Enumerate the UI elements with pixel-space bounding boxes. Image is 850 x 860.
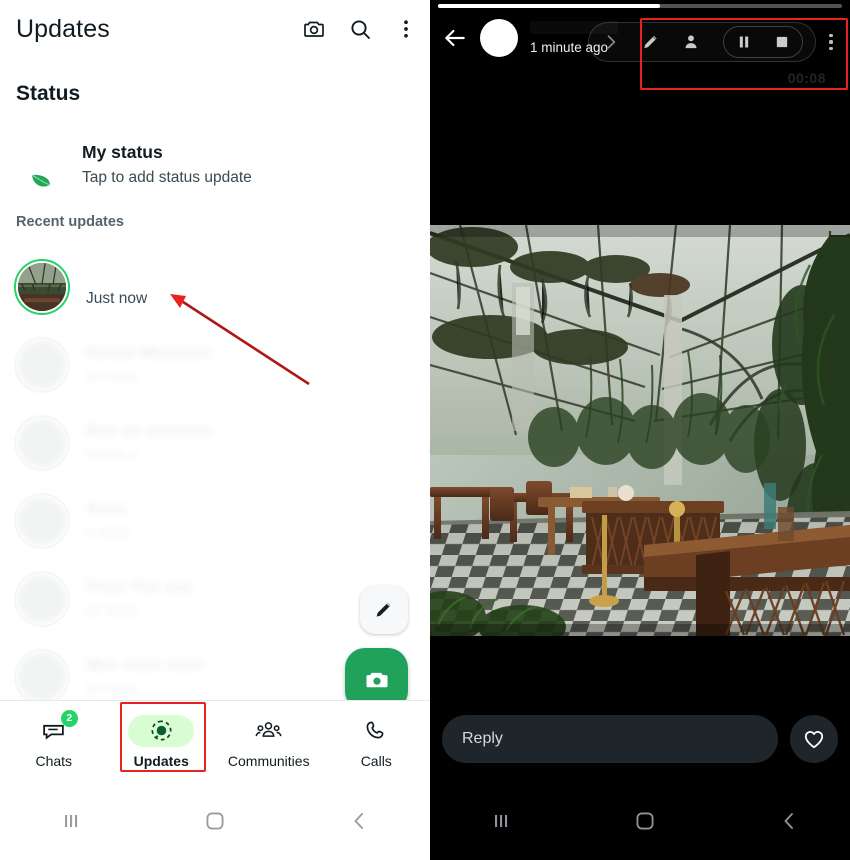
recents-icon[interactable] [489, 809, 513, 833]
pencil-icon [376, 602, 391, 617]
reply-bar: Reply [430, 696, 850, 782]
status-progress-fill [438, 4, 661, 8]
back-arrow-icon[interactable] [442, 25, 468, 51]
like-button[interactable] [790, 715, 838, 763]
chats-badge: 2 [60, 709, 78, 727]
status-timestamp: xx xxxx [86, 368, 137, 385]
list-item[interactable]: Axxx x xxxx [0, 482, 430, 560]
greenhouse-illustration [430, 225, 850, 636]
system-navigation-bar [0, 782, 430, 860]
recent-updates-label: Recent updates [16, 214, 124, 230]
status-progress-bar [438, 4, 842, 8]
nav-label-chats: Chats [35, 752, 73, 769]
recents-icon[interactable] [59, 809, 83, 833]
nav-pill-communities [236, 715, 302, 747]
nav-item-calls[interactable]: Calls [323, 701, 431, 783]
nav-item-updates[interactable]: Updates [108, 701, 216, 783]
status-thumbnail[interactable] [14, 415, 70, 471]
updates-screen: Updates Status My status Tap to add stat… [0, 0, 430, 860]
status-meta: Rxx xx xxxxxxx xxxxx x [86, 420, 212, 466]
pause-icon[interactable] [734, 32, 754, 52]
status-timestamp: x xxxx [86, 524, 130, 541]
heart-icon [804, 731, 824, 749]
camera-icon[interactable] [302, 17, 326, 41]
status-contact-name: Mxx xxxx xxxx [86, 655, 205, 674]
status-contact-name: Pxxx Txx xxx [86, 577, 193, 596]
reply-input[interactable]: Reply [442, 715, 778, 763]
status-timestamp: Just now [86, 290, 148, 307]
list-item[interactable]: Rxx xx xxxxxxx xxxxx x [0, 404, 430, 482]
status-timestamp: xx xxxx [86, 680, 137, 697]
status-thumbnail[interactable] [14, 649, 70, 705]
status-timestamp: xx xxxx [86, 602, 137, 619]
stop-icon[interactable] [772, 32, 792, 52]
nav-pill-updates [128, 714, 195, 747]
status-list: Just now Kxxxx Mxxxxxx xx xxxx Rxx xx xx… [0, 248, 430, 716]
my-status-title: My status [82, 142, 163, 162]
updates-icon [151, 720, 172, 741]
leaf-icon [31, 174, 51, 187]
overflow-menu-icon[interactable] [822, 22, 840, 62]
nav-pill-calls [343, 715, 409, 747]
chevron-right-icon[interactable] [601, 32, 621, 52]
home-icon[interactable] [632, 808, 658, 834]
app-header: Updates [0, 0, 430, 58]
camera-icon [366, 672, 387, 687]
status-contact-name: Rxx xx xxxxxxx [86, 421, 212, 440]
recording-timer: 00:08 [787, 70, 826, 86]
nav-label-updates: Updates [133, 752, 189, 769]
status-thumbnail[interactable] [14, 493, 70, 549]
nav-label-calls: Calls [360, 752, 392, 769]
my-status-subtitle: Tap to add status update [82, 169, 252, 186]
status-meta: Pxxx Txx xxx xx xxxx [86, 576, 193, 622]
search-icon[interactable] [348, 17, 372, 41]
pencil-icon[interactable] [641, 32, 661, 52]
person-icon[interactable] [681, 32, 701, 52]
recorder-control-pill [588, 22, 816, 62]
status-media-image[interactable] [430, 225, 850, 636]
home-icon[interactable] [202, 808, 228, 834]
header-actions [302, 0, 418, 58]
status-section-heading: Status [16, 82, 81, 105]
status-thumbnail[interactable] [14, 337, 70, 393]
overflow-menu-icon[interactable] [394, 17, 418, 41]
recorder-transport-pill [723, 26, 803, 58]
status-viewer-screen: 1 minute ago 00:08 Reply [430, 0, 850, 860]
list-item[interactable]: Kxxxx Mxxxxxx xx xxxx [0, 326, 430, 404]
status-meta: Kxxxx Mxxxxxx xx xxxx [86, 342, 212, 388]
avatar[interactable] [480, 19, 518, 57]
status-meta: Just now [86, 264, 152, 310]
nav-label-communities: Communities [227, 752, 310, 769]
nav-item-chats[interactable]: 2 Chats [0, 701, 108, 783]
my-status-text: My status Tap to add status update [82, 141, 252, 189]
status-thumbnail[interactable] [14, 259, 70, 315]
status-contact-name [86, 264, 152, 286]
back-icon[interactable] [777, 809, 801, 833]
status-contact-name: Kxxxx Mxxxxxx [86, 343, 212, 362]
screenshot-root: Updates Status My status Tap to add stat… [0, 0, 850, 860]
status-meta: Axxx x xxxx [86, 498, 129, 544]
status-contact-name: Axxx [86, 499, 127, 518]
list-item[interactable]: Just now [0, 248, 430, 326]
status-thumbnail[interactable] [14, 571, 70, 627]
my-status-avatar[interactable] [14, 139, 66, 191]
bottom-navigation: 2 Chats Updates Communities Calls [0, 700, 430, 782]
communities-icon [255, 722, 282, 737]
edit-status-fab[interactable] [360, 586, 408, 634]
nav-pill-chats: 2 [21, 709, 87, 747]
back-icon[interactable] [347, 809, 371, 833]
calls-icon [366, 721, 384, 738]
system-navigation-bar [430, 782, 850, 860]
my-status-row[interactable]: My status Tap to add status update [0, 128, 430, 202]
status-meta: Mxx xxxx xxxx xx xxxx [86, 654, 204, 700]
status-timestamp: xxxxx x [86, 446, 137, 463]
page-title: Updates [16, 14, 110, 43]
nav-item-communities[interactable]: Communities [215, 701, 323, 783]
